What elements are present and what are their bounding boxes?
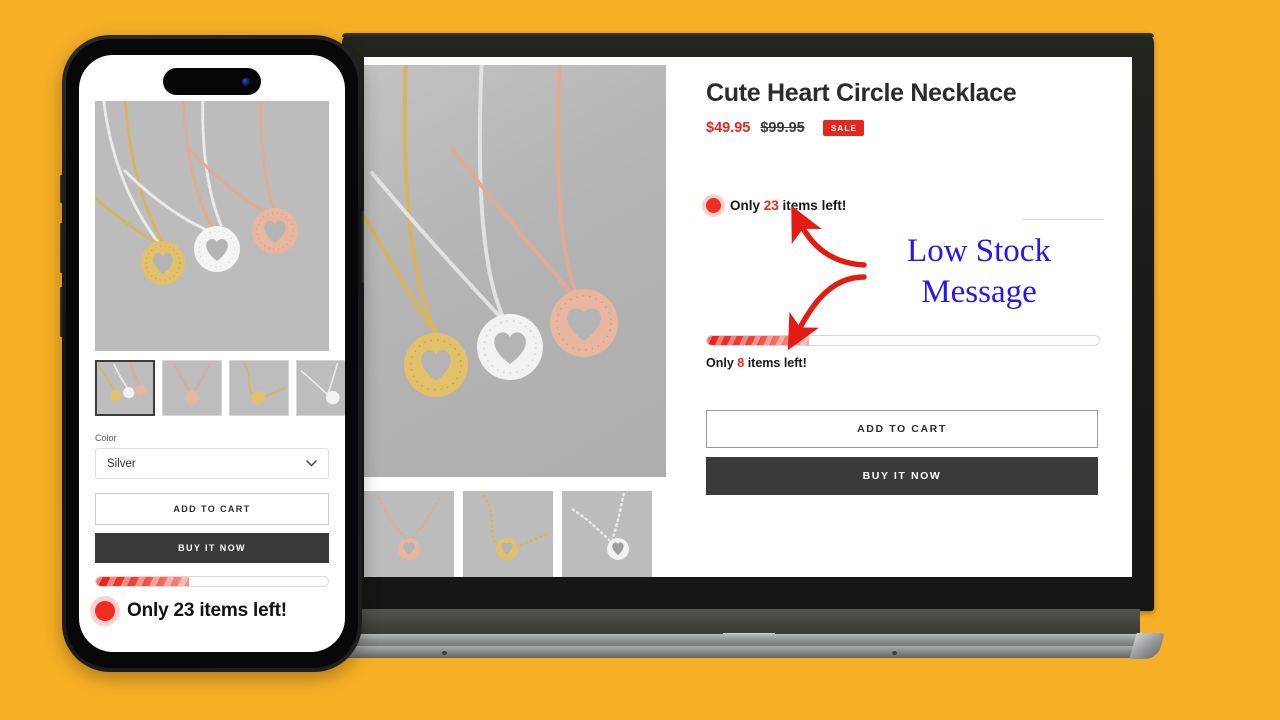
thumbnail-strip-mobile [95,360,345,416]
thumb-art [364,491,454,577]
stock-dot-icon [95,601,115,621]
sale-price: $49.95 [706,120,751,136]
necklace-illustration-mobile [95,101,329,351]
low-stock-message-desktop: Only 23 items left! [706,198,1104,213]
product-hero-image-desktop[interactable] [364,65,666,477]
necklace-illustration-desktop [364,65,618,397]
status-badge: SALE [822,120,864,136]
thumbnail-strip-desktop [364,491,684,577]
thumbnail-gold[interactable] [229,360,289,416]
stock-dot-icon [706,198,721,213]
laptop-base [338,609,1165,661]
thumb-art [297,361,345,415]
phone-silent-switch [60,175,63,203]
price-row: $49.95 $99.95 SALE [706,120,1104,136]
stock-text: Only 23 items left! [730,198,847,213]
stock-progress-bar [706,335,1100,346]
chevron-down-icon [306,460,317,467]
variant-label: Color [95,433,117,443]
buy-it-now-button[interactable]: BUY IT NOW [706,457,1098,495]
thumb-art [562,491,652,577]
phone-device: Color Silver ADD TO CART BUY IT NOW Only… [60,35,364,672]
buy-it-now-button-mobile[interactable]: BUY IT NOW [95,533,329,563]
faint-divider [1022,219,1104,220]
laptop-lid: Cute Heart Circle Necklace $49.95 $99.95… [342,33,1154,611]
dynamic-island [163,68,261,95]
phone-screen: Color Silver ADD TO CART BUY IT NOW Only… [79,55,345,652]
thumb-art [230,361,288,415]
stock-progress-fill [707,336,809,345]
product-hero-image-mobile[interactable] [95,101,329,351]
base-foot [892,651,897,655]
thumb-art [463,491,553,577]
product-info-desktop: Cute Heart Circle Necklace $49.95 $99.95… [684,57,1132,577]
thumbnail-all-colors[interactable] [95,360,155,416]
base-right-bevel [1129,633,1165,659]
base-bottom [338,646,1158,658]
stock-progress-fill-mobile [96,577,189,586]
phone-volume-up-button [60,223,63,273]
product-page-mobile: Color Silver ADD TO CART BUY IT NOW Only… [79,101,345,622]
thumbnail-rose[interactable] [162,360,222,416]
thumbnail-gold[interactable] [463,491,553,577]
stock-count: 23 [763,198,779,213]
phone-volume-down-button [60,287,63,337]
phone-power-button [361,211,364,283]
stock-progress-label: Only 8 items left! [706,356,807,370]
low-stock-message-mobile: Only 23 items left! [95,600,329,622]
base-foot [442,651,447,655]
front-camera-icon [242,77,250,86]
compare-price: $99.95 [760,120,805,136]
stock-progress-bar-mobile [95,576,329,587]
stock-progress-wrap-desktop: Only 8 items left! [706,335,1104,370]
thumb-art [97,362,153,414]
laptop-screen: Cute Heart Circle Necklace $49.95 $99.95… [364,57,1132,577]
add-to-cart-button-mobile[interactable]: ADD TO CART [95,493,329,525]
page-title: Cute Heart Circle Necklace [706,79,1017,107]
stock-text-mobile: Only 23 items left! [127,600,287,621]
product-page-desktop: Cute Heart Circle Necklace $49.95 $99.95… [364,57,1132,577]
composite-mockup: Cute Heart Circle Necklace $49.95 $99.95… [0,0,1280,720]
laptop-device: Cute Heart Circle Necklace $49.95 $99.95… [338,33,1165,663]
color-select-value: Silver [107,457,136,470]
base-top [354,609,1140,635]
thumbnail-rose[interactable] [364,491,454,577]
thumb-art [163,361,221,415]
color-select[interactable]: Silver [95,448,329,479]
product-gallery-desktop [364,57,684,577]
thumbnail-silver[interactable] [562,491,652,577]
add-to-cart-button[interactable]: ADD TO CART [706,410,1098,448]
thumbnail-silver[interactable] [296,360,345,416]
